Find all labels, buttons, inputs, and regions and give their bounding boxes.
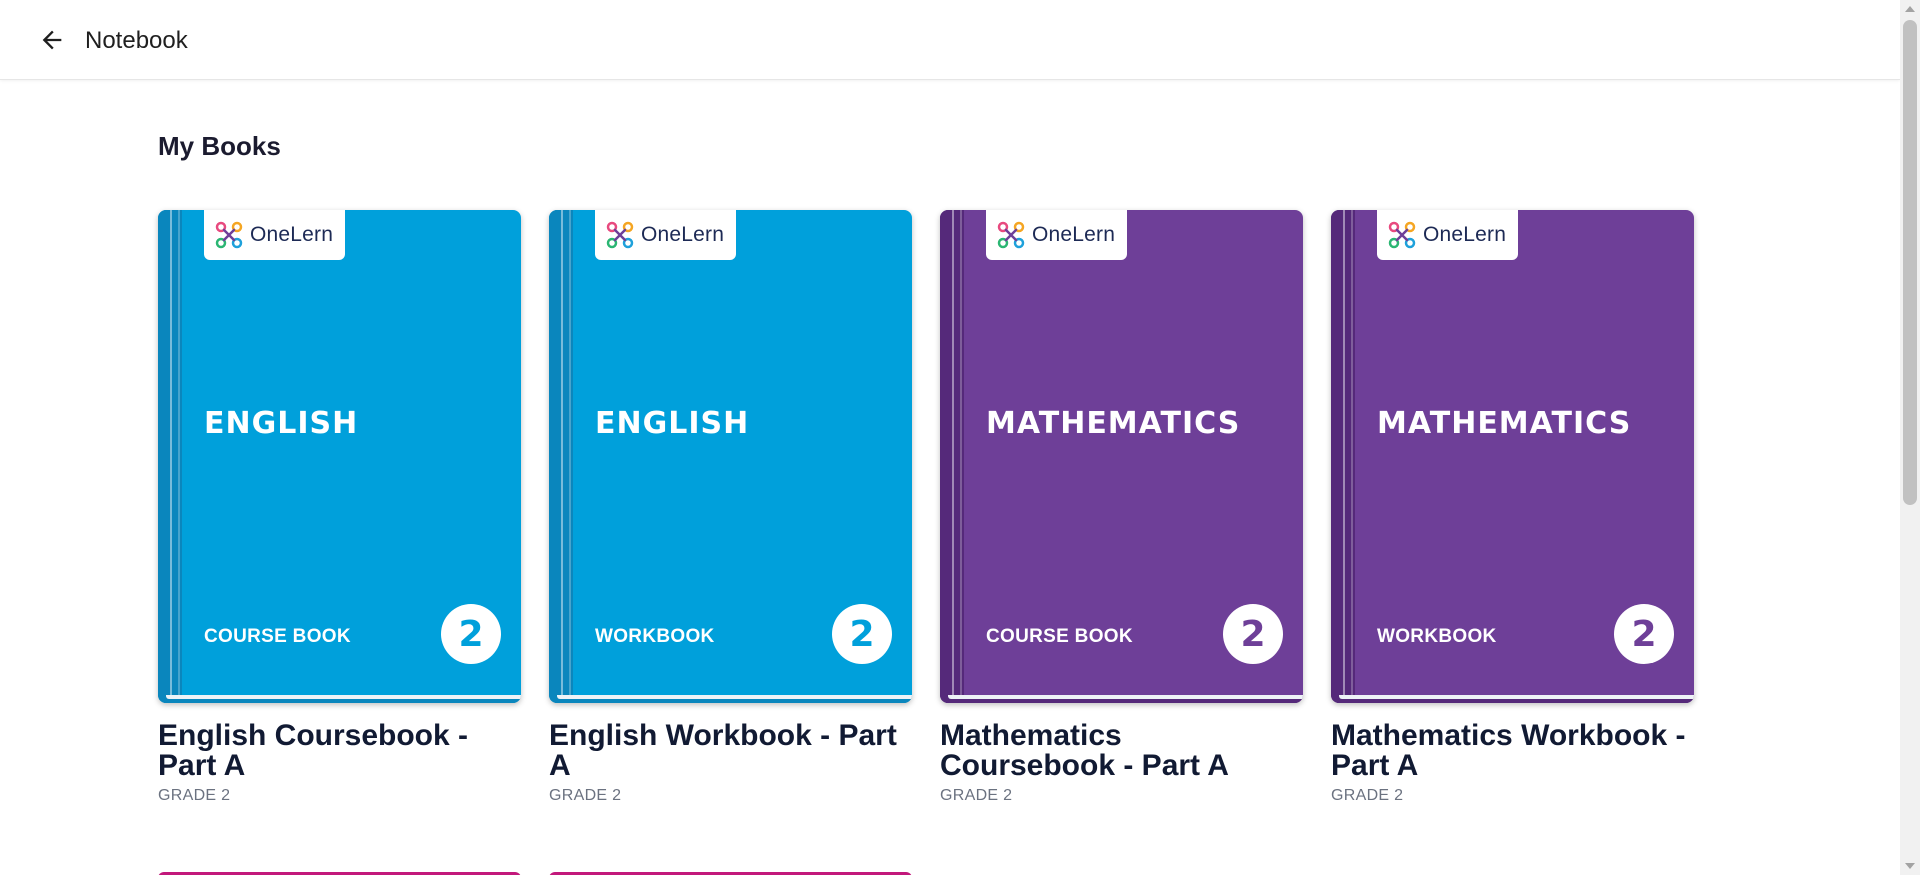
onelern-logo-icon (1388, 221, 1416, 249)
page-title: Notebook (85, 27, 188, 54)
cover-book-type: COURSE BOOK (986, 626, 1133, 647)
brand-logo: OneLern (1377, 210, 1518, 260)
page-edge-bottom (940, 699, 1303, 703)
book-card[interactable]: OneLern MATHEMATICS WORKBOOK 2 Mathemati… (1331, 210, 1694, 806)
spine-line (1343, 210, 1345, 703)
grade-label: GRADE 2 (1331, 787, 1404, 804)
grade-label: GRADE 2 (158, 787, 231, 804)
book-cover[interactable]: OneLern ENGLISH WORKBOOK 2 (549, 210, 912, 703)
spine-line (1351, 210, 1353, 703)
grade-label: GRADE 2 (549, 787, 622, 804)
spine-line (960, 210, 962, 703)
spine-line (170, 210, 172, 703)
book-cover[interactable]: OneLern MATHEMATICS WORKBOOK 2 (1331, 210, 1694, 703)
back-button[interactable] (38, 26, 66, 54)
grade-badge: 2 (1223, 604, 1283, 664)
scroll-down-arrow-icon[interactable] (1905, 863, 1915, 869)
page-edge-bottom (1331, 699, 1694, 703)
spine-line (952, 210, 954, 703)
book-card[interactable]: OneLern ENGLISH COURSE BOOK 2 English Co… (158, 210, 521, 806)
cover-subject: ENGLISH (204, 406, 359, 441)
book-card[interactable]: OneLern MATHEMATICS COURSE BOOK 2 Mathem… (940, 210, 1303, 806)
spine-line (561, 210, 563, 703)
onelern-logo-icon (997, 221, 1025, 249)
cover-subject: ENGLISH (595, 406, 750, 441)
page-edge-bottom (549, 699, 912, 703)
cover-book-type: WORKBOOK (1377, 626, 1497, 647)
brand-logo: OneLern (595, 210, 736, 260)
grade-label: GRADE 2 (940, 787, 1013, 804)
cover-subject: MATHEMATICS (986, 406, 1241, 441)
top-bar: Notebook (0, 0, 1900, 80)
vertical-scrollbar[interactable] (1900, 0, 1920, 875)
onelern-logo-icon (215, 221, 243, 249)
logo-text: OneLern (1032, 223, 1116, 246)
grade-badge: 2 (832, 604, 892, 664)
cover-book-type: COURSE BOOK (204, 626, 351, 647)
onelern-logo-icon (606, 221, 634, 249)
scroll-up-arrow-icon[interactable] (1905, 6, 1915, 12)
brand-logo: OneLern (204, 210, 345, 260)
book-title[interactable]: Mathematics Coursebook - Part A (940, 721, 1303, 781)
grade-badge: 2 (1614, 604, 1674, 664)
book-card[interactable]: OneLern ENGLISH WORKBOOK 2 English Workb… (549, 210, 912, 806)
logo-text: OneLern (1423, 223, 1507, 246)
arrow-left-icon (42, 30, 62, 50)
book-title[interactable]: English Coursebook - Part A (158, 721, 521, 781)
scrollbar-thumb[interactable] (1903, 20, 1917, 505)
book-title[interactable]: Mathematics Workbook - Part A (1331, 721, 1694, 781)
cover-book-type: WORKBOOK (595, 626, 715, 647)
book-cover[interactable]: OneLern ENGLISH COURSE BOOK 2 (158, 210, 521, 703)
brand-logo: OneLern (986, 210, 1127, 260)
page-edge-bottom (158, 699, 521, 703)
spine-line (178, 210, 180, 703)
logo-text: OneLern (250, 223, 334, 246)
logo-text: OneLern (641, 223, 725, 246)
book-title[interactable]: English Workbook - Part A (549, 721, 912, 781)
spine-line (569, 210, 571, 703)
book-grid: OneLern ENGLISH COURSE BOOK 2 English Co… (158, 210, 1758, 875)
book-cover[interactable]: OneLern MATHEMATICS COURSE BOOK 2 (940, 210, 1303, 703)
section-title: My Books (158, 131, 281, 161)
cover-subject: MATHEMATICS (1377, 406, 1632, 441)
grade-badge: 2 (441, 604, 501, 664)
